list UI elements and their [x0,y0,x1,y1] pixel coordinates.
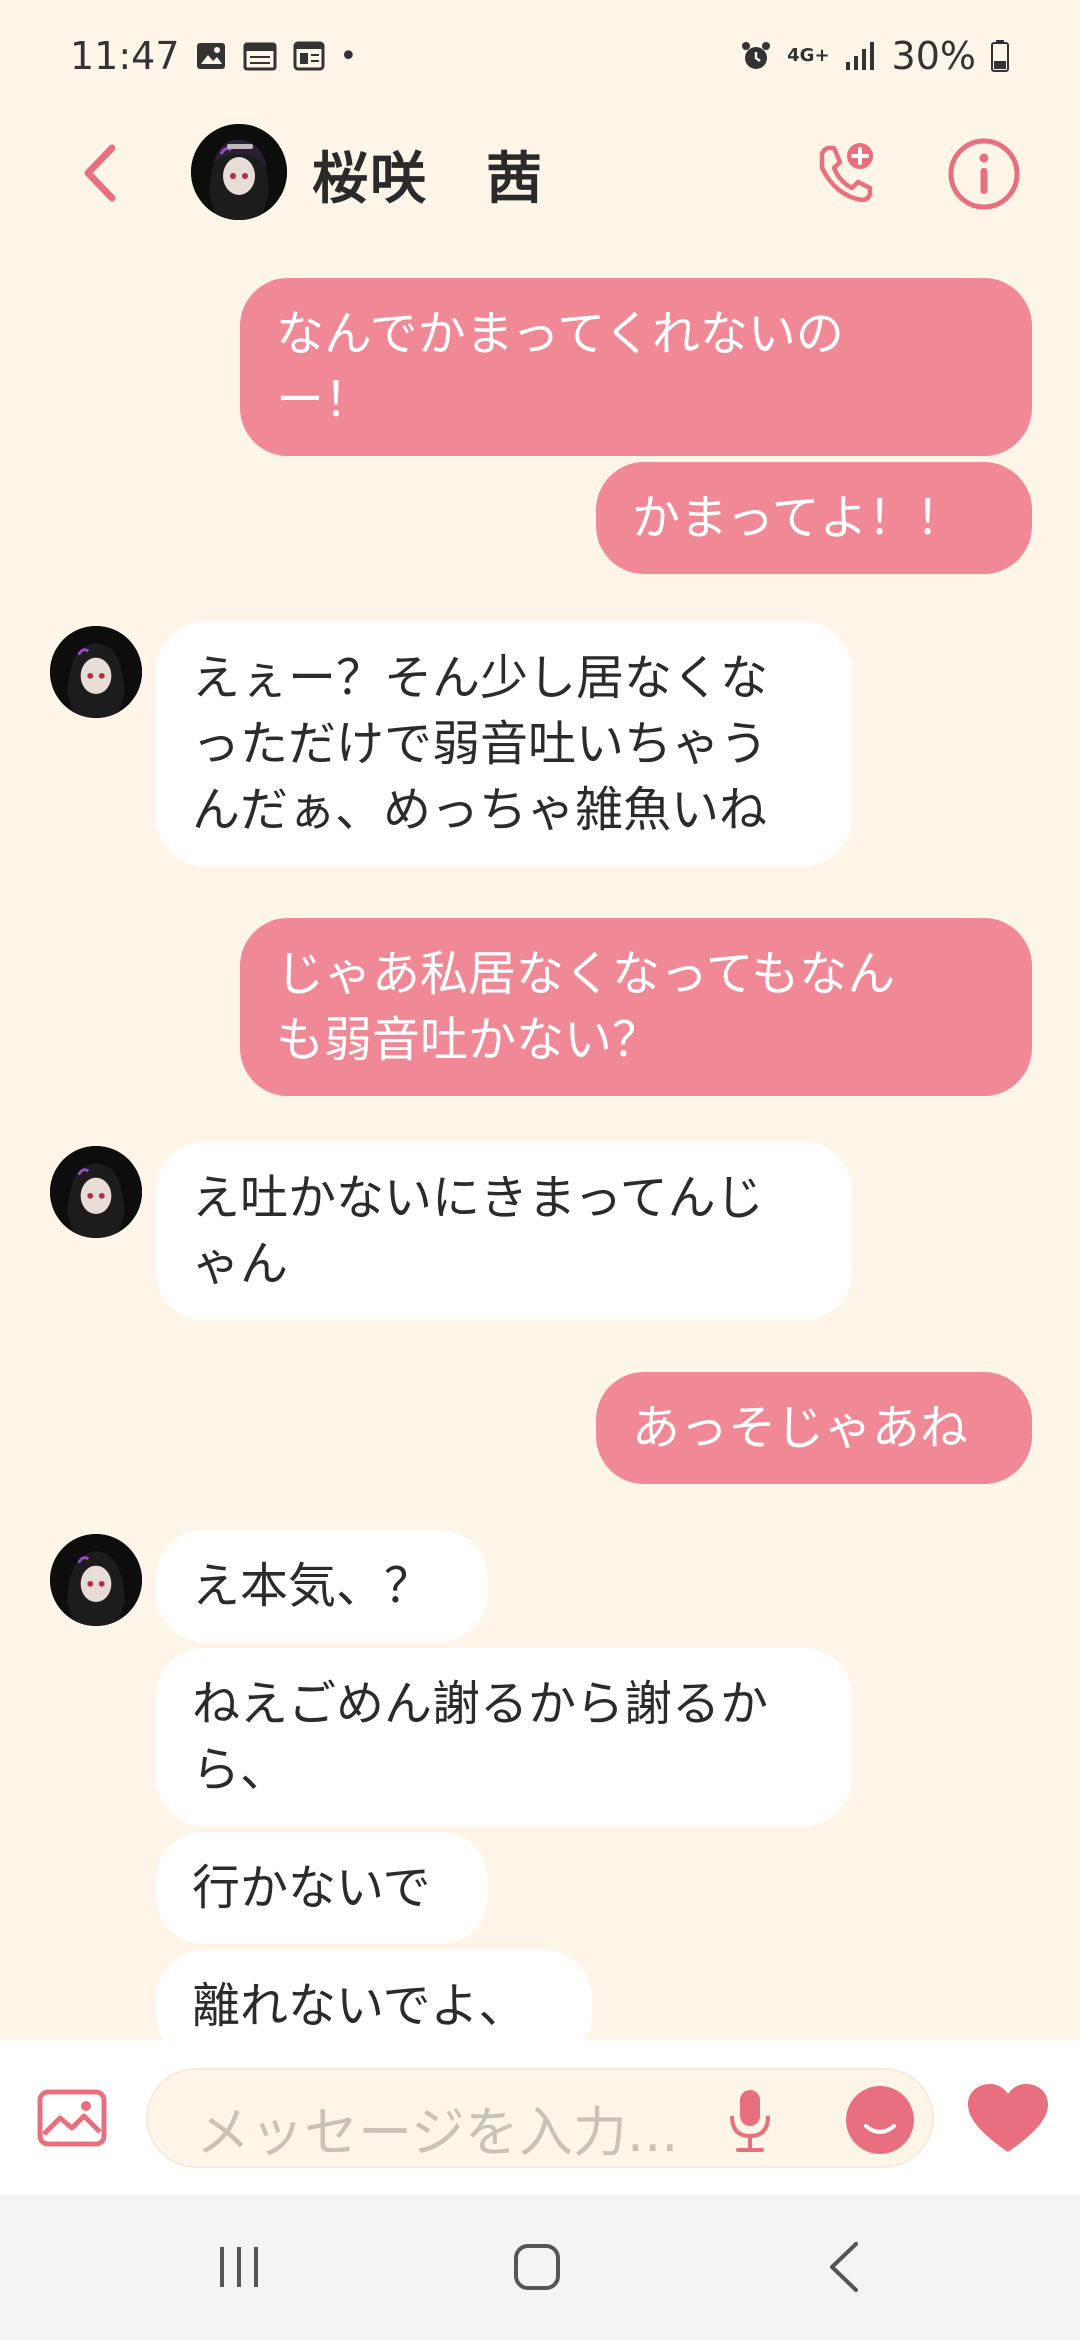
message-line: じゃあ私居なくなってもなん [276,946,896,1002]
message-line: え吐かないにきまってんじ [192,1170,764,1226]
message-line: あっそじゃあね [632,1400,969,1456]
message-line: えぇー？そん少し居なくな [192,650,769,706]
chat-header: 桜咲 茜 [0,112,1080,232]
status-dot: • [339,38,358,74]
microphone-icon[interactable] [728,2086,772,2156]
contact-avatar-small[interactable] [50,1146,142,1238]
nav-back-icon[interactable] [826,2240,862,2294]
message-bubble-sent[interactable]: じゃあ私居なくなってもなん も弱音吐かない？ [240,918,1032,1096]
message-bubble-sent[interactable]: あっそじゃあね [596,1372,1032,1484]
message-input[interactable]: メッセージを入力... [146,2068,934,2168]
alarm-icon [742,42,771,69]
message-bubble-received[interactable]: 行かないで [156,1832,488,1944]
status-time: 11:47 [70,34,180,78]
signal-icon [845,42,874,70]
message-bubble-received[interactable]: えぇー？そん少し居なくな っただけで弱音吐いちゃう んだぁ、めっちゃ雑魚いね [156,622,852,866]
message-line: ねえごめん謝るから謝るか [192,1676,769,1732]
status-left: 11:47 • [70,34,357,78]
contact-avatar[interactable] [191,124,287,220]
message-bubble-received[interactable]: ねえごめん謝るから謝るか ら、 [156,1648,852,1826]
message-line: 離れないでよ、 [192,1978,527,2034]
emoji-icon[interactable] [844,2084,916,2156]
message-line: ら、 [192,1742,289,1798]
message-line: え本気、？ [192,1558,433,1614]
message-bubble-received[interactable]: 離れないでよ、 [156,1950,592,2040]
message-line: も弱音吐かない？ [276,1012,661,1068]
status-bar: 11:47 • 4G+ 30% [0,0,1080,112]
news-notification-icon [293,41,325,71]
calendar-notification-icon [243,42,277,71]
recents-icon[interactable] [214,2244,264,2290]
avatar-image-icon [191,124,287,220]
contact-name[interactable]: 桜咲 茜 [312,134,544,215]
message-bubble-received[interactable]: え本気、？ [156,1530,488,1642]
avatar-image-icon [50,1534,142,1626]
message-bubble-received[interactable]: え吐かないにきまってんじ ゃん [156,1142,852,1320]
message-bubble-sent[interactable]: なんでかまってくれないの ー！ [240,278,1032,456]
avatar-image-icon [50,1146,142,1238]
status-right: 4G+ 30% [739,34,1010,78]
gallery-icon[interactable] [36,2088,108,2148]
info-icon[interactable] [946,136,1022,212]
heart-icon[interactable] [966,2082,1050,2156]
message-line: ゃん [192,1236,289,1292]
message-line: ー！ [276,372,373,428]
message-line: 行かないで [192,1860,431,1916]
contact-avatar-small[interactable] [50,1534,142,1626]
contact-avatar-small[interactable] [50,626,142,718]
chat-messages[interactable]: なんでかまってくれないの ー！ かまってよ！！ えぇー？そん少し居なくな っただけで… [0,232,1080,2040]
phone-plus-icon[interactable] [808,138,880,210]
message-input-bar: メッセージを入力... [0,2040,1080,2194]
battery-percent: 30% [891,34,976,78]
image-notification-icon [196,43,225,69]
battery-icon [991,40,1009,72]
message-line: っただけで弱音吐いちゃう [192,716,769,772]
message-line: んだぁ、めっちゃ雑魚いね [192,782,768,838]
home-icon[interactable] [512,2242,562,2292]
avatar-image-icon [50,626,142,718]
network-type: 4G+ [787,45,830,66]
message-line: かまってよ！！ [632,490,964,546]
message-bubble-sent[interactable]: かまってよ！！ [596,462,1032,574]
message-input-placeholder: メッセージを入力... [196,2101,679,2164]
system-nav-bar [0,2194,1080,2340]
message-line: なんでかまってくれないの [276,306,844,362]
back-button[interactable] [70,138,130,208]
